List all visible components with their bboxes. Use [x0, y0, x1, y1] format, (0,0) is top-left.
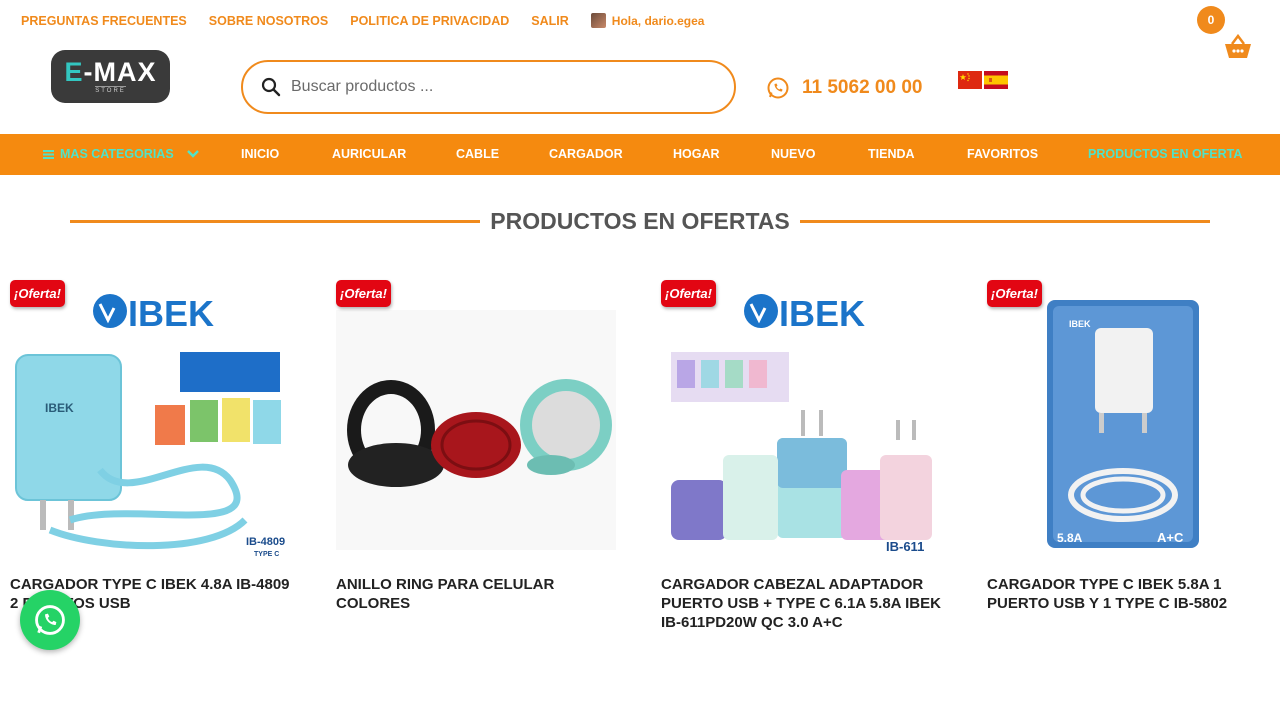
- sale-badge: ¡Oferta!: [336, 280, 391, 307]
- section-title: PRODUCTOS EN OFERTAS: [490, 208, 790, 234]
- logout-link[interactable]: SALIR: [531, 14, 569, 28]
- cart-button[interactable]: 0: [1197, 6, 1257, 66]
- sale-badge: ¡Oferta!: [987, 280, 1042, 307]
- svg-text:A+C: A+C: [1157, 530, 1184, 545]
- privacy-link[interactable]: POLITICA DE PRIVACIDAD: [350, 14, 509, 28]
- menu-icon: [43, 149, 54, 159]
- svg-text:IBEK: IBEK: [1069, 319, 1091, 329]
- spain-flag[interactable]: [984, 71, 1008, 89]
- nav-hogar[interactable]: HOGAR: [673, 147, 720, 161]
- whatsapp-icon: [767, 77, 789, 99]
- svg-text:TYPE C: TYPE C: [254, 551, 279, 558]
- categories-dropdown[interactable]: MAS CATEGORIAS: [43, 147, 200, 161]
- greeting-text: Hola, dario.egea: [611, 13, 705, 28]
- product-name[interactable]: CARGADOR TYPE C IBEK 5.8A 1 PUERTO USB Y…: [987, 575, 1267, 613]
- sale-badge: ¡Oferta!: [661, 280, 716, 307]
- nav-auricular[interactable]: AURICULAR: [332, 147, 406, 161]
- china-flag[interactable]: [958, 71, 982, 89]
- about-link[interactable]: SOBRE NOSOTROS: [209, 14, 328, 28]
- product-name[interactable]: ANILLO RING PARA CELULAR COLORES: [336, 575, 616, 613]
- chevron-down-icon: [186, 150, 199, 158]
- top-bar: PREGUNTAS FRECUENTES SOBRE NOSOTROS POLI…: [0, 0, 1280, 58]
- product-image[interactable]: IBEK IBEK IB-4809 TYPE C: [10, 280, 300, 560]
- svg-text:IB-4809: IB-4809: [246, 536, 285, 548]
- divider-right: [799, 220, 1211, 223]
- svg-text:5.8A: 5.8A: [1057, 531, 1083, 545]
- nav-inicio[interactable]: INICIO: [241, 147, 279, 161]
- product-name[interactable]: CARGADOR CABEZAL ADAPTADOR PUERTO USB + …: [661, 575, 941, 632]
- nav-cable[interactable]: CABLE: [456, 147, 499, 161]
- cart-count-badge: 0: [1197, 6, 1225, 34]
- nav-productos-en-oferta[interactable]: PRODUCTOS EN OFERTA: [1088, 147, 1242, 161]
- search-bar[interactable]: [241, 60, 736, 114]
- nav-cargador[interactable]: CARGADOR: [549, 147, 623, 161]
- sale-badge: ¡Oferta!: [10, 280, 65, 307]
- svg-text:IBEK: IBEK: [45, 401, 74, 415]
- search-icon[interactable]: [261, 77, 281, 97]
- nav-tienda[interactable]: TIENDA: [868, 147, 915, 161]
- basket-icon: [1225, 34, 1251, 58]
- divider-left: [70, 220, 481, 223]
- store-logo[interactable]: E-MAX STORE: [51, 50, 170, 103]
- faq-link[interactable]: PREGUNTAS FRECUENTES: [21, 14, 187, 28]
- avatar: [590, 13, 606, 28]
- nav-nuevo[interactable]: NUEVO: [771, 147, 815, 161]
- nav-favoritos[interactable]: FAVORITOS: [967, 147, 1038, 161]
- top-links: PREGUNTAS FRECUENTES SOBRE NOSOTROS POLI…: [21, 13, 704, 28]
- phone-number: 11 5062 00 00: [802, 77, 923, 98]
- logo-wordmark: E-MAX: [64, 56, 157, 87]
- logo-subtitle: STORE: [95, 85, 126, 94]
- product-image[interactable]: [336, 280, 626, 560]
- whatsapp-icon: [35, 605, 65, 635]
- svg-text:IB-611: IB-611: [886, 539, 924, 554]
- main-navbar: MAS CATEGORIAS INICIO AURICULAR CABLE CA…: [0, 134, 1280, 175]
- whatsapp-float-button[interactable]: [20, 590, 80, 650]
- product-image[interactable]: IBEK 5.8A A+C: [987, 280, 1277, 560]
- phone-contact[interactable]: 11 5062 00 00: [766, 76, 922, 100]
- svg-text:IBEK: IBEK: [779, 293, 865, 334]
- section-heading: PRODUCTOS EN OFERTAS: [70, 208, 1211, 235]
- svg-text:IBEK: IBEK: [128, 293, 214, 334]
- search-input[interactable]: [291, 78, 691, 96]
- user-greeting[interactable]: Hola, dario.egea: [590, 13, 705, 28]
- categories-label: MAS CATEGORIAS: [60, 147, 174, 161]
- product-image[interactable]: IBEK IB-611: [661, 280, 951, 560]
- language-flags: [958, 71, 1008, 89]
